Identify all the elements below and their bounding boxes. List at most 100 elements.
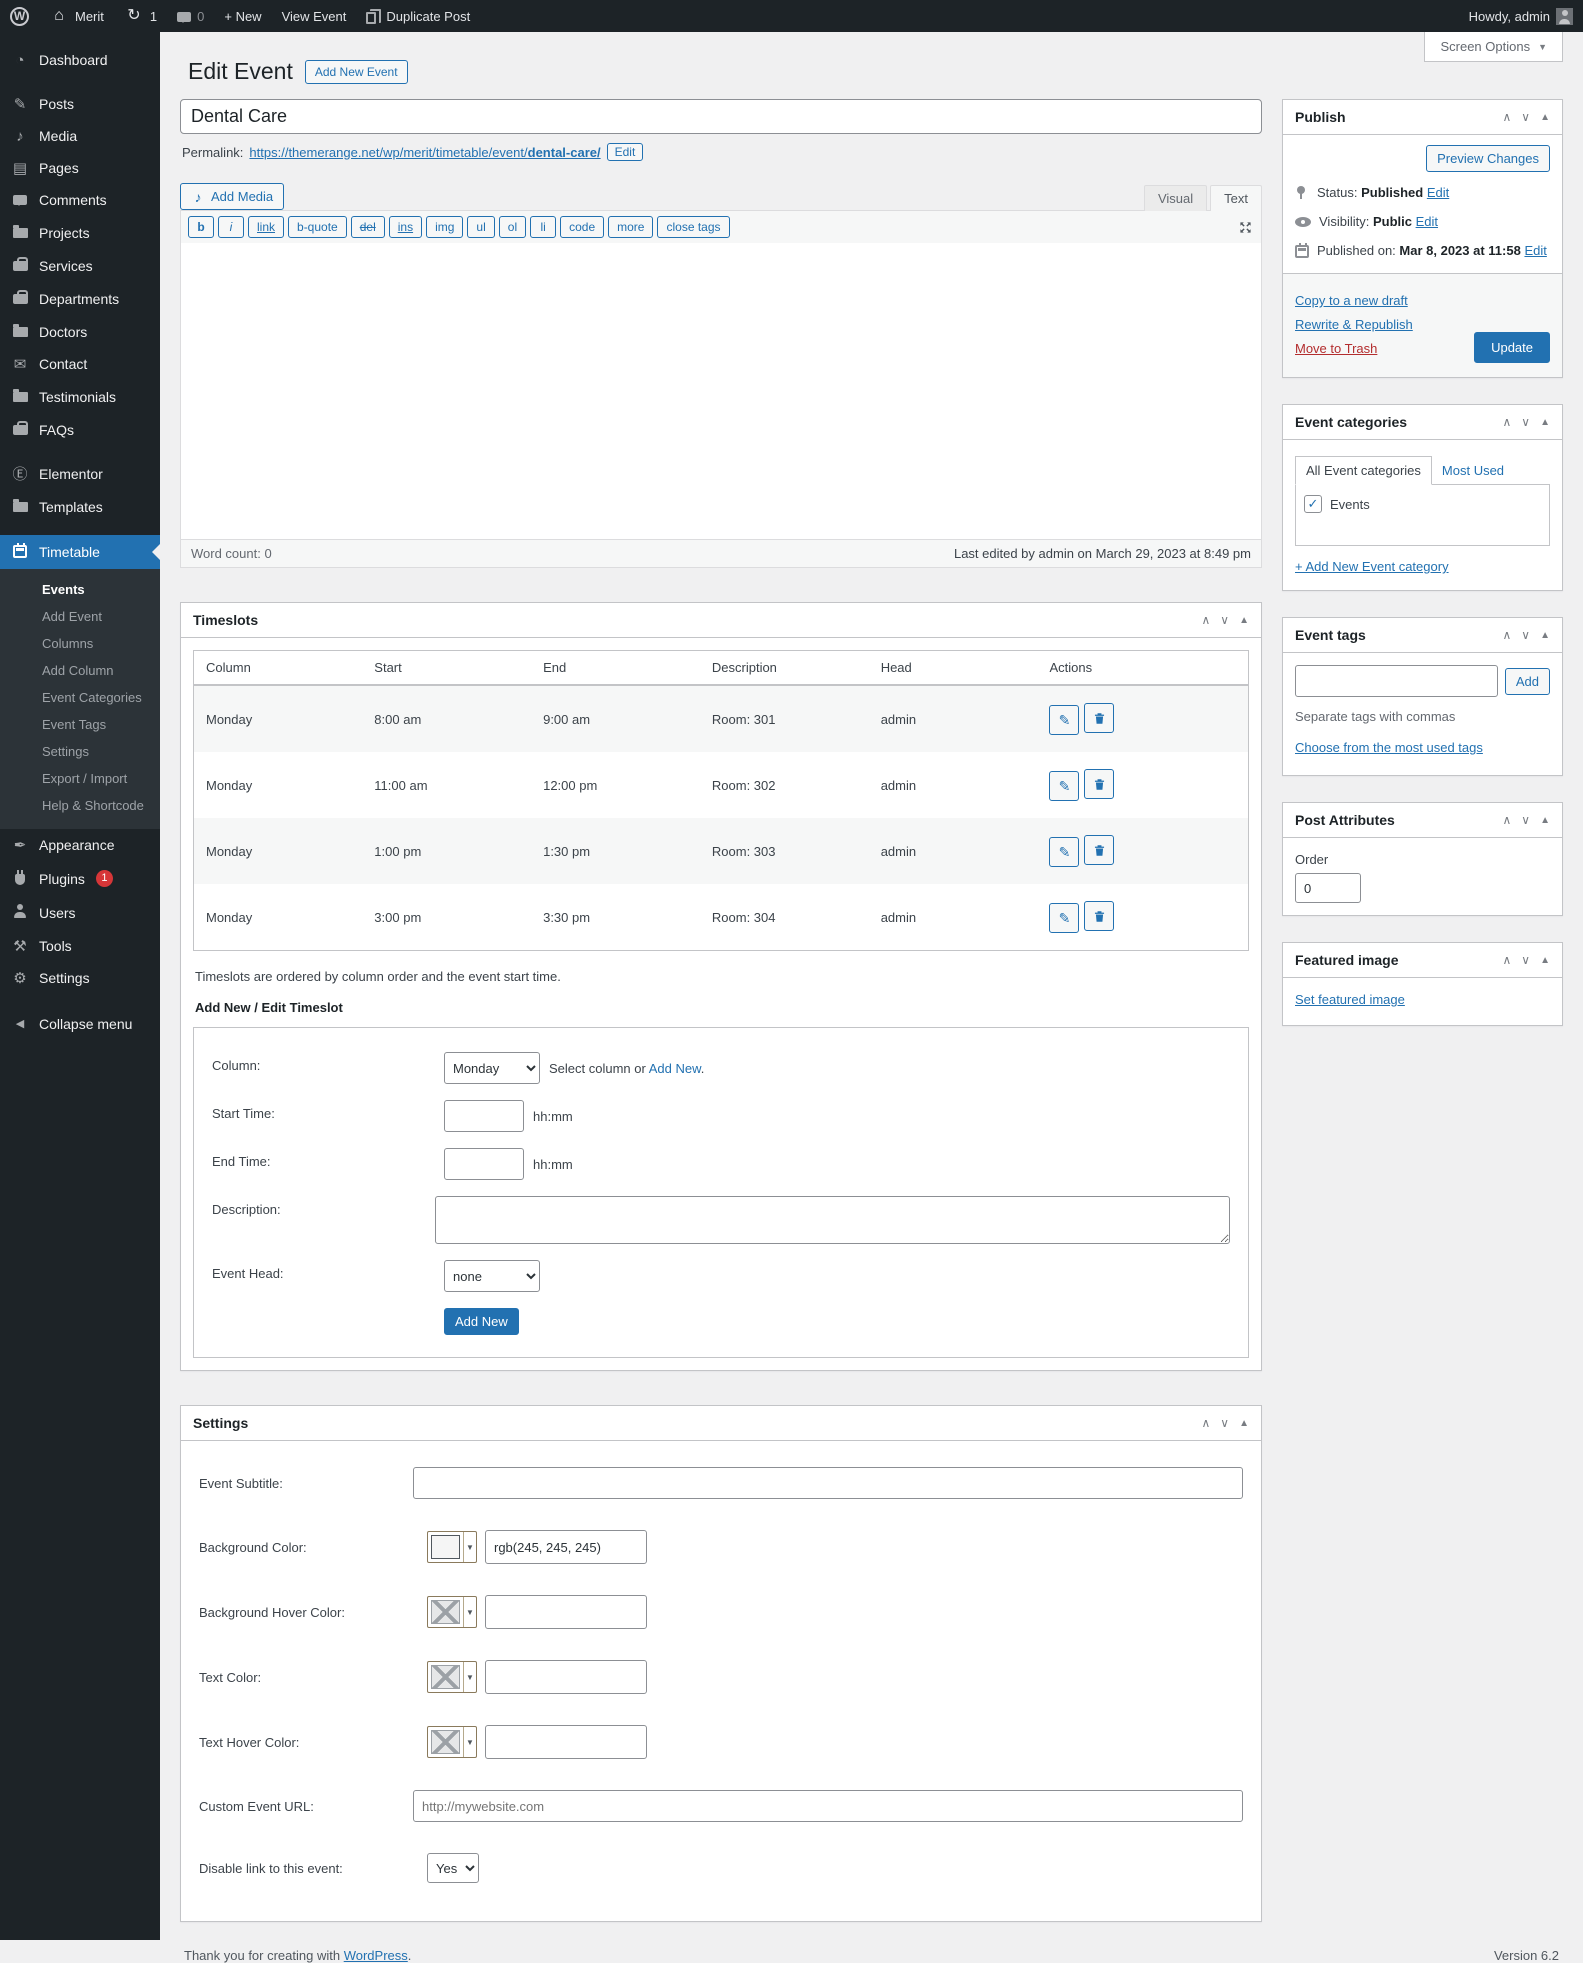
edit-visibility-link[interactable]: Edit — [1416, 214, 1438, 229]
duplicate-post-link[interactable]: Duplicate Post — [356, 0, 480, 32]
add-new-timeslot-button[interactable]: Add New — [444, 1308, 519, 1335]
toggle-panel-icon[interactable]: ▲ — [1540, 112, 1550, 123]
tab-visual[interactable]: Visual — [1143, 185, 1208, 211]
sidebar-item-projects[interactable]: Projects — [0, 216, 160, 249]
quicktag-more-button[interactable]: more — [608, 216, 654, 238]
edit-permalink-button[interactable]: Edit — [606, 143, 644, 161]
tab-text[interactable]: Text — [1210, 185, 1262, 211]
move-up-icon[interactable]: ∧ — [1503, 110, 1512, 124]
add-media-button[interactable]: ♪ Add Media — [180, 183, 285, 210]
quicktag-code-button[interactable]: code — [560, 216, 605, 238]
text-hover-color-picker[interactable]: ▼ — [427, 1726, 477, 1758]
disable-link-select[interactable]: Yes — [427, 1853, 479, 1883]
delete-timeslot-button[interactable] — [1084, 703, 1115, 733]
add-tag-button[interactable]: Add — [1504, 667, 1550, 695]
description-textarea[interactable] — [435, 1196, 1230, 1244]
delete-timeslot-button[interactable] — [1084, 901, 1115, 931]
text-color-input[interactable] — [485, 1660, 647, 1694]
move-up-icon[interactable]: ∧ — [1202, 613, 1211, 627]
add-new-column-link[interactable]: Add New — [649, 1061, 701, 1076]
edit-timeslot-button[interactable]: ✎ — [1049, 771, 1080, 801]
fullscreen-button[interactable] — [1237, 219, 1254, 236]
toggle-panel-icon[interactable]: ▲ — [1239, 615, 1249, 626]
update-button[interactable]: Update — [1474, 332, 1550, 363]
sidebar-item-services[interactable]: Services — [0, 249, 160, 282]
edit-status-link[interactable]: Edit — [1427, 185, 1449, 200]
submenu-item-event-tags[interactable]: Event Tags — [0, 711, 160, 738]
permalink-url-link[interactable]: https://themerange.net/wp/merit/timetabl… — [249, 145, 600, 160]
sidebar-item-testimonials[interactable]: Testimonials — [0, 380, 160, 413]
sidebar-item-users[interactable]: Users — [0, 896, 160, 930]
submenu-item-events[interactable]: Events — [0, 576, 160, 603]
sidebar-item-templates[interactable]: Templates — [0, 490, 160, 523]
sidebar-item-pages[interactable]: ▤ Pages — [0, 152, 160, 184]
sidebar-item-plugins[interactable]: Plugins 1 — [0, 861, 160, 896]
new-tag-input[interactable] — [1295, 665, 1498, 697]
custom-event-url-input[interactable] — [413, 1790, 1243, 1822]
event-title-input[interactable] — [180, 99, 1262, 134]
view-event-link[interactable]: View Event — [272, 0, 357, 32]
quicktag-img-button[interactable]: img — [426, 216, 464, 238]
quicktag-ul-button[interactable]: ul — [467, 216, 495, 238]
submenu-item-add-event[interactable]: Add Event — [0, 603, 160, 630]
toggle-panel-icon[interactable]: ▲ — [1540, 630, 1550, 641]
sidebar-item-media[interactable]: ♪ Media — [0, 120, 160, 152]
background-color-input[interactable] — [485, 1530, 647, 1564]
submenu-item-settings[interactable]: Settings — [0, 738, 160, 765]
move-up-icon[interactable]: ∧ — [1503, 813, 1512, 827]
text-hover-color-input[interactable] — [485, 1725, 647, 1759]
move-up-icon[interactable]: ∧ — [1503, 628, 1512, 642]
move-up-icon[interactable]: ∧ — [1202, 1416, 1211, 1430]
submenu-item-help-shortcode[interactable]: Help & Shortcode — [0, 792, 160, 819]
move-up-icon[interactable]: ∧ — [1503, 953, 1512, 967]
move-down-icon[interactable]: ∨ — [1521, 415, 1530, 429]
add-new-event-button[interactable]: Add New Event — [304, 59, 408, 84]
quicktag-ins-button[interactable]: ins — [388, 216, 423, 238]
comments-link[interactable]: 0 — [167, 0, 214, 32]
move-down-icon[interactable]: ∨ — [1220, 1416, 1229, 1430]
toggle-panel-icon[interactable]: ▲ — [1540, 417, 1550, 428]
edit-timeslot-button[interactable]: ✎ — [1049, 705, 1080, 735]
quicktag-italic-button[interactable]: i — [218, 216, 244, 238]
text-color-picker[interactable]: ▼ — [427, 1661, 477, 1693]
move-down-icon[interactable]: ∨ — [1521, 813, 1530, 827]
tab-most-used[interactable]: Most Used — [1432, 457, 1514, 484]
sidebar-item-elementor[interactable]: Ⓔ Elementor — [0, 458, 160, 490]
howdy-account-menu[interactable]: Howdy, admin — [1459, 0, 1583, 32]
move-down-icon[interactable]: ∨ — [1521, 628, 1530, 642]
sidebar-item-timetable[interactable]: Timetable — [0, 535, 160, 569]
sidebar-item-posts[interactable]: ✎ Posts — [0, 88, 160, 120]
toggle-panel-icon[interactable]: ▲ — [1540, 955, 1550, 966]
quicktag-del-button[interactable]: del — [350, 216, 385, 238]
submenu-item-event-categories[interactable]: Event Categories — [0, 684, 160, 711]
delete-timeslot-button[interactable] — [1084, 835, 1115, 865]
submenu-item-columns[interactable]: Columns — [0, 630, 160, 657]
choose-most-used-tags-link[interactable]: Choose from the most used tags — [1295, 740, 1483, 755]
post-content-textarea[interactable] — [181, 243, 1261, 539]
submenu-item-export-import[interactable]: Export / Import — [0, 765, 160, 792]
sidebar-item-comments[interactable]: Comments — [0, 184, 160, 216]
preview-changes-button[interactable]: Preview Changes — [1426, 145, 1550, 172]
quicktag-blockquote-button[interactable]: b-quote — [288, 216, 347, 238]
collapse-menu-button[interactable]: ◀ Collapse menu — [0, 1008, 160, 1040]
order-input[interactable] — [1295, 873, 1361, 903]
quicktag-close-tags-button[interactable]: close tags — [657, 216, 730, 238]
screen-options-tab[interactable]: Screen Options ▼ — [1424, 32, 1563, 62]
sidebar-item-settings[interactable]: ⚙ Settings — [0, 962, 160, 994]
toggle-panel-icon[interactable]: ▲ — [1239, 1418, 1249, 1429]
quicktag-li-button[interactable]: li — [530, 216, 557, 238]
toggle-panel-icon[interactable]: ▲ — [1540, 815, 1550, 826]
background-hover-color-picker[interactable]: ▼ — [427, 1596, 477, 1628]
background-hover-color-input[interactable] — [485, 1595, 647, 1629]
category-item-events[interactable]: ✓ Events — [1304, 495, 1541, 513]
edit-timeslot-button[interactable]: ✎ — [1049, 903, 1080, 933]
new-content-menu[interactable]: + New — [214, 0, 271, 32]
end-time-input[interactable] — [444, 1148, 524, 1180]
background-color-picker[interactable]: ▼ — [427, 1531, 477, 1563]
sidebar-item-dashboard[interactable]: ◔ Dashboard — [0, 44, 160, 76]
tab-all-categories[interactable]: All Event categories — [1295, 456, 1432, 485]
quicktag-bold-button[interactable]: b — [188, 216, 214, 238]
checkbox-checked-icon[interactable]: ✓ — [1304, 495, 1322, 513]
wordpress-link[interactable]: WordPress — [344, 1948, 408, 1963]
updates-link[interactable]: ↻ 1 — [114, 0, 167, 32]
